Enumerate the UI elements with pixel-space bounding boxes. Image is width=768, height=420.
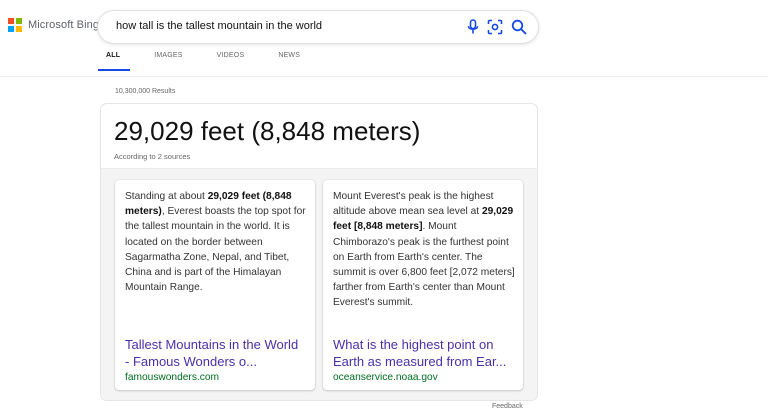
source-link[interactable]: Tallest Mountains in the World - Famous … [125, 336, 305, 370]
source-url[interactable]: oceanservice.noaa.gov [333, 372, 438, 383]
microphone-icon[interactable] [464, 18, 482, 36]
answer-title: 29,029 feet (8,848 meters) [114, 116, 421, 146]
tab-all[interactable]: ALL [97, 52, 131, 71]
source-snippet: Standing at about 29,029 feet (8,848 met… [125, 189, 307, 295]
answer-sources-label: According to 2 sources [114, 152, 191, 161]
answer-sources-panel: Standing at about 29,029 feet (8,848 met… [101, 169, 537, 400]
search-box[interactable]: how tall is the tallest mountain in the … [98, 11, 538, 43]
snippet-text: Standing at about [125, 191, 208, 202]
source-snippet: Mount Everest's peak is the highest alti… [333, 189, 515, 311]
search-tabs: ALL IMAGES VIDEOS NEWS [97, 52, 334, 71]
brand-name: Microsoft Bing [28, 19, 100, 31]
tab-images[interactable]: IMAGES [154, 52, 182, 65]
visual-search-icon[interactable] [486, 18, 504, 36]
search-input[interactable]: how tall is the tallest mountain in the … [116, 20, 322, 32]
source-url[interactable]: famouswonders.com [125, 372, 219, 383]
results-count: 10,300,000 Results [115, 88, 176, 95]
snippet-text: , Everest boasts the top spot for the ta… [125, 206, 306, 294]
source-link[interactable]: What is the highest point on Earth as me… [333, 336, 513, 370]
tab-news[interactable]: NEWS [278, 52, 300, 65]
bing-results-page: Microsoft Bing how tall is the tallest m… [0, 0, 768, 420]
header: Microsoft Bing how tall is the tallest m… [0, 0, 768, 77]
feedback-link[interactable]: Feedback [492, 403, 523, 410]
snippet-text: Mount Everest's peak is the highest alti… [333, 191, 494, 218]
bing-logo[interactable]: Microsoft Bing [8, 18, 99, 32]
source-card[interactable]: Mount Everest's peak is the highest alti… [323, 180, 523, 390]
snippet-text: . Mount Chimborazo's peak is the furthes… [333, 221, 515, 309]
search-icon[interactable] [510, 18, 528, 36]
source-card[interactable]: Standing at about 29,029 feet (8,848 met… [115, 180, 315, 390]
microsoft-logo-icon [8, 18, 22, 32]
tab-videos[interactable]: VIDEOS [217, 52, 245, 65]
answer-header: 29,029 feet (8,848 meters) According to … [101, 104, 537, 169]
answer-card: 29,029 feet (8,848 meters) According to … [101, 104, 537, 400]
